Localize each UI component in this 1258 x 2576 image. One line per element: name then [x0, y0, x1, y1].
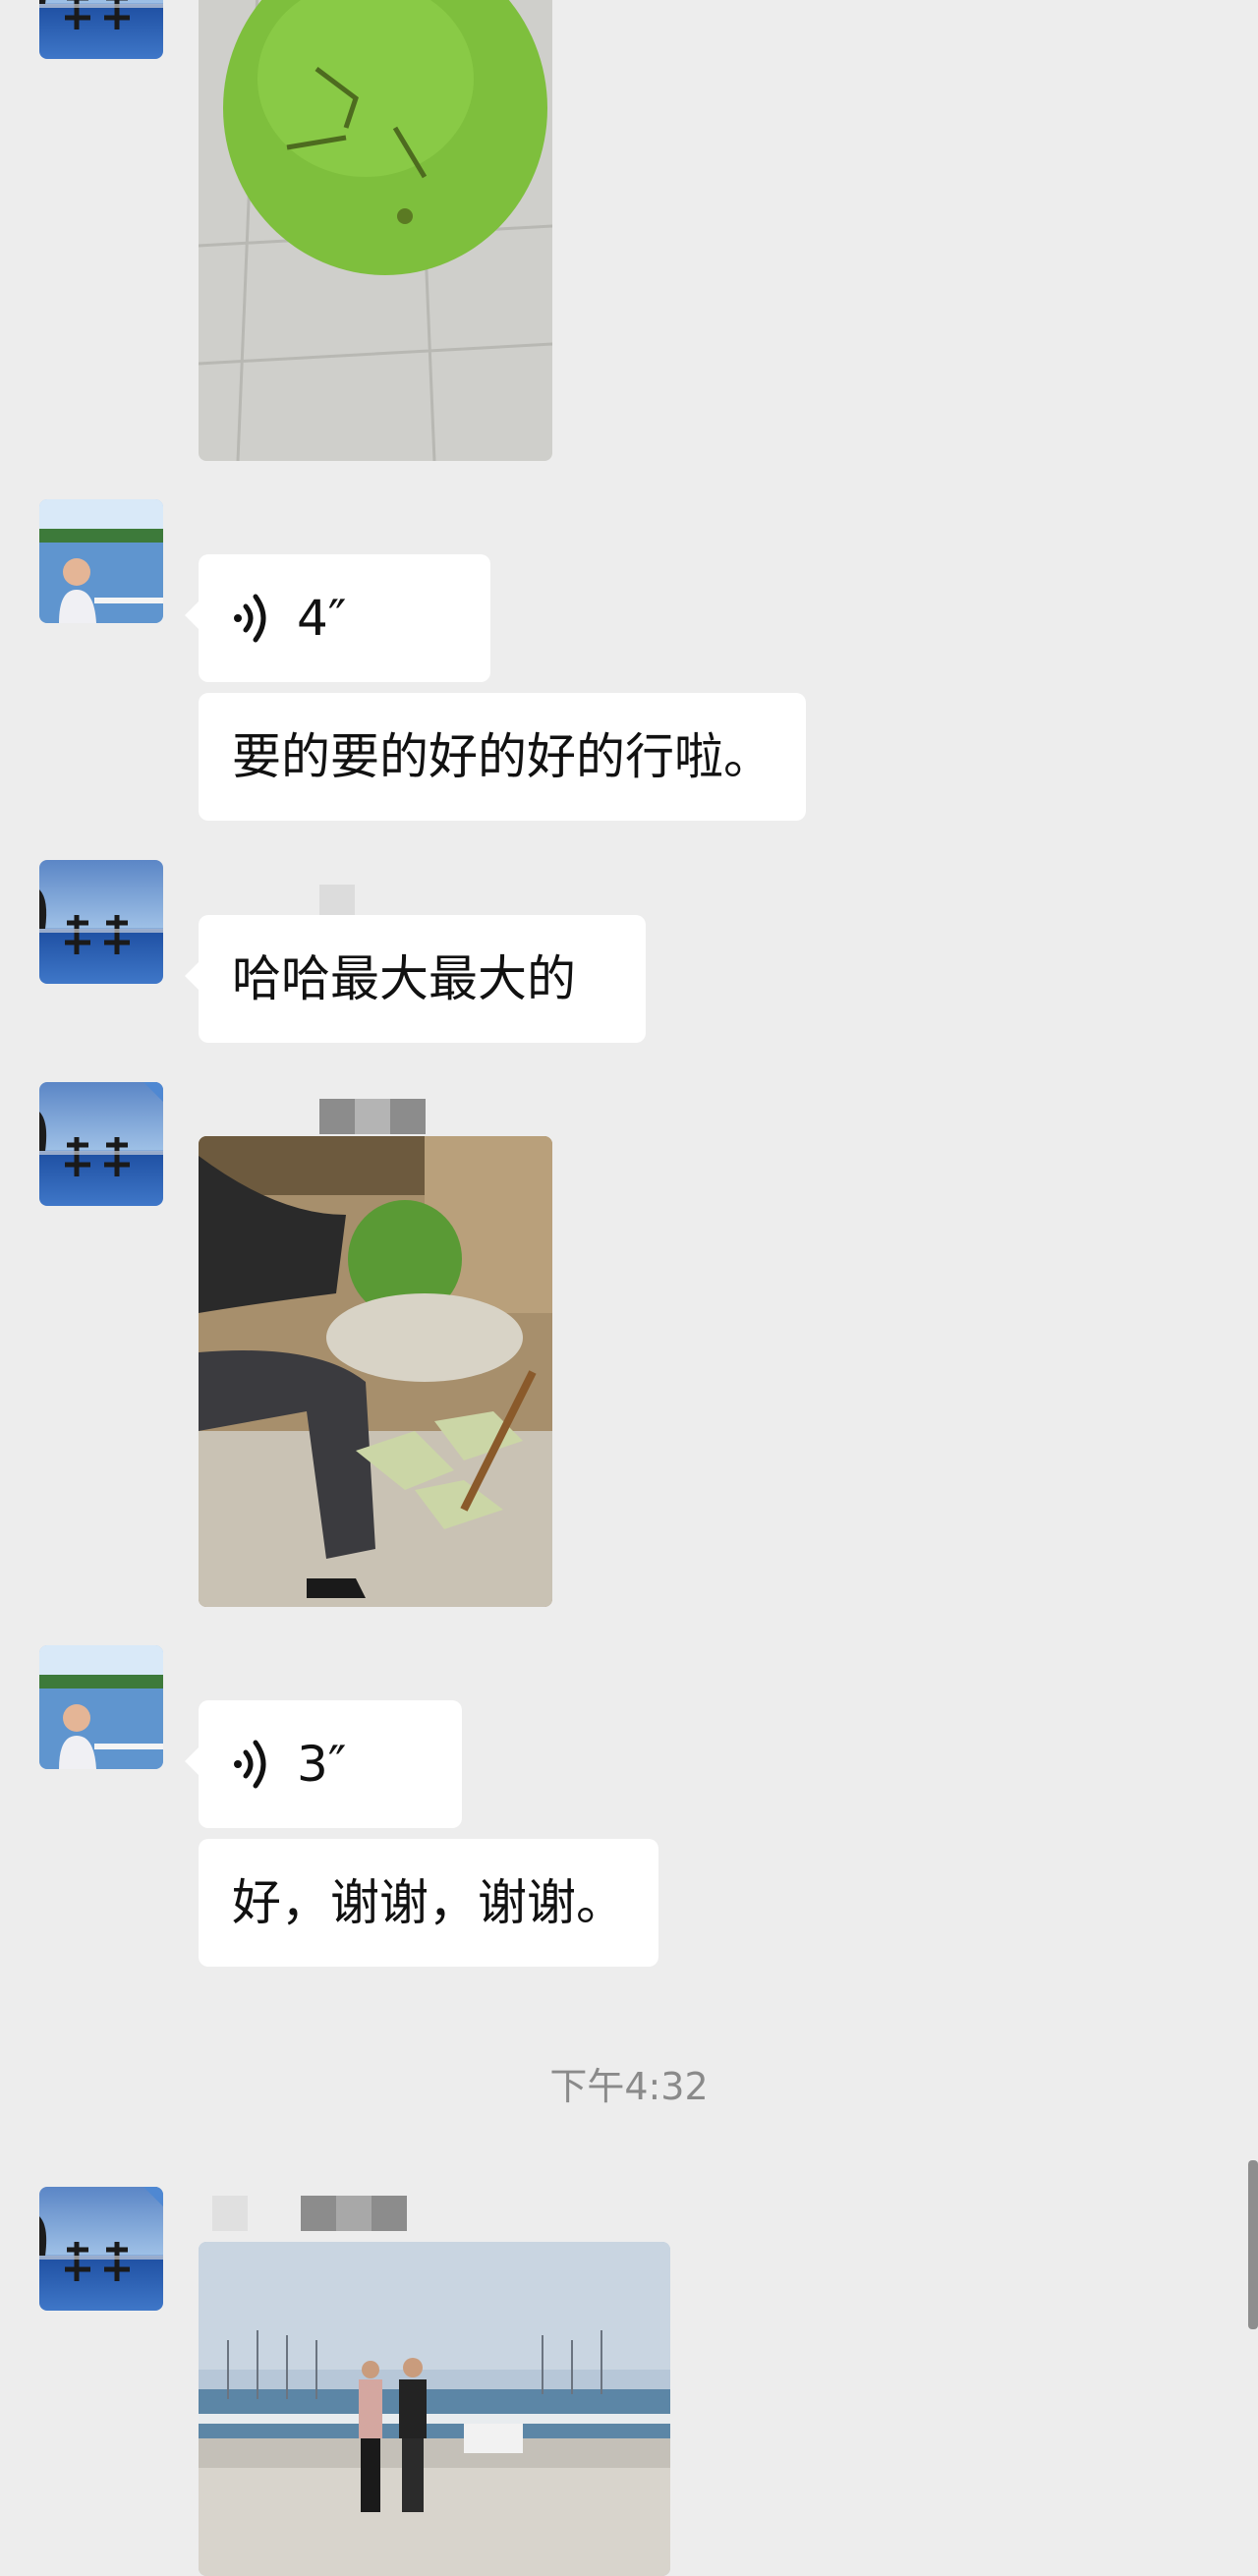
- text-message-1-content: 要的要的好的好的行啦。: [232, 728, 772, 785]
- coconut-cutting-image: [199, 1136, 552, 1607]
- voice-message-1[interactable]: 4″: [185, 554, 490, 682]
- contact-avatar-man-2[interactable]: [39, 1645, 163, 1769]
- contact-avatar-sunset-2[interactable]: [39, 860, 163, 984]
- chat-scrollbar[interactable]: [1248, 2160, 1258, 2329]
- contact-avatar-man[interactable]: [39, 499, 163, 623]
- coconut-photo[interactable]: [199, 0, 552, 461]
- avatar-man-image: [39, 1645, 163, 1769]
- avatar-sunset-image: [39, 1082, 163, 1206]
- avatar-man-image: [39, 499, 163, 623]
- text-message-3[interactable]: 好，谢谢，谢谢。: [199, 1839, 658, 1967]
- avatar-sunset-image: [39, 0, 163, 59]
- sender-name-blurred-3: [212, 2196, 407, 2231]
- harbour-photo[interactable]: [199, 2242, 670, 2576]
- contact-avatar-sunset[interactable]: [39, 0, 163, 59]
- voice-duration-1: 4″: [297, 590, 347, 647]
- coconut-cutting-photo[interactable]: [199, 1136, 552, 1607]
- voice-wave-icon: [234, 1740, 266, 1789]
- contact-avatar-sunset-3[interactable]: [39, 1082, 163, 1206]
- chat-timestamp: 下午4:32: [549, 2065, 709, 2108]
- text-message-2[interactable]: 哈哈最大最大的: [185, 915, 646, 1043]
- voice-wave-icon: [234, 594, 266, 643]
- avatar-sunset-image: [39, 2187, 163, 2311]
- text-message-3-content: 好，谢谢，谢谢。: [232, 1874, 625, 1931]
- text-message-1[interactable]: 要的要的好的好的行啦。: [199, 693, 806, 821]
- harbour-photo-image: [199, 2242, 670, 2576]
- contact-avatar-sunset-4[interactable]: [39, 2187, 163, 2311]
- avatar-sunset-image: [39, 860, 163, 984]
- sender-name-blurred-2: [319, 1099, 426, 1134]
- voice-message-2[interactable]: 3″: [185, 1700, 462, 1828]
- text-message-2-content: 哈哈最大最大的: [232, 950, 576, 1007]
- voice-duration-2: 3″: [297, 1736, 347, 1793]
- coconut-photo-image: [199, 0, 552, 461]
